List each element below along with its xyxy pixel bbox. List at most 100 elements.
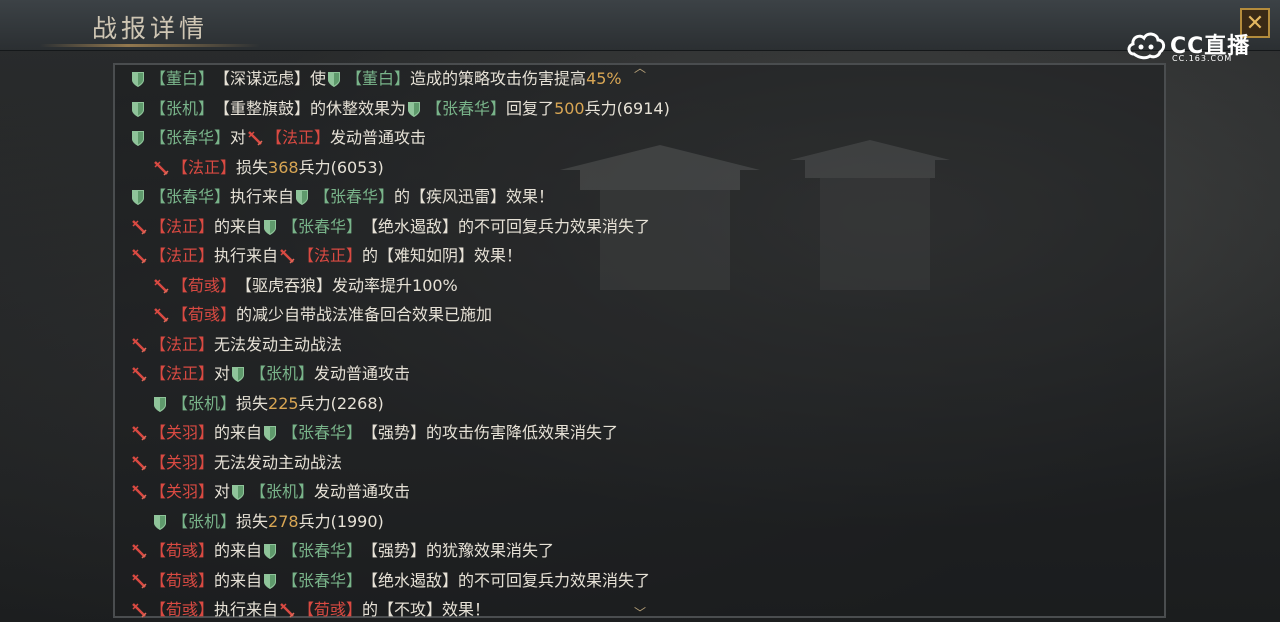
log-row: 【关羽】 的来自 【张春华】 【强势】的攻击伤害降低效果消失了 [130,420,618,446]
log-text: 无法发动主动战法 [214,335,343,354]
log-text: 【深谋远虑】使 [214,69,327,88]
general-name: 【荀彧】 [298,600,363,619]
log-row: 【张机】 损失 225 兵力(2268) [152,391,384,417]
ally-shield-icon [130,70,148,88]
log-row: 【张春华】对【法正】 发动普通攻击 [130,125,426,151]
general-name: 【关羽】 [150,482,215,501]
log-row: 【董白】 【深谋远虑】使 【董白】 造成的策略攻击伤害提高 45% [130,66,622,92]
ally-shield-icon [262,572,280,590]
enemy-sword-icon [152,159,170,177]
log-text: 【绝水遏敌】的不可回复兵力效果消失了 [362,217,651,236]
log-text: 无法发动主动战法 [214,453,343,472]
enemy-sword-icon [130,542,148,560]
log-text: 的减少自带战法准备回合效果已施加 [236,305,493,324]
general-name: 【张机】 [172,512,237,531]
value-text: 225 [268,394,299,413]
log-text: 对 [214,364,231,383]
log-text: 的【难知如阴】效果！ [362,246,523,265]
general-name: 【董白】 [150,69,215,88]
ally-shield-icon [152,513,170,531]
enemy-sword-icon [130,483,148,501]
ally-shield-icon [130,100,148,118]
log-text: 的【疾风迅雷】效果！ [394,187,555,206]
log-text: 兵力(6914) [584,99,670,118]
log-text: 【绝水遏敌】的不可回复兵力效果消失了 [362,571,651,590]
enemy-sword-icon [130,454,148,472]
enemy-sword-icon [278,601,296,619]
cc-live-logo: CC直播 CC.163.COM [1126,26,1256,66]
general-name: 【张春华】 [150,128,231,147]
log-text: 发动普通攻击 [330,128,427,147]
log-text: 造成的策略攻击伤害提高 [410,69,587,88]
log-row: 【法正】 无法发动主动战法 [130,332,342,358]
general-name: 【张机】 [250,364,315,383]
general-name: 【关羽】 [150,453,215,472]
general-name: 【法正】 [150,364,215,383]
log-row: 【关羽】对【张机】 发动普通攻击 [130,479,410,505]
general-name: 【张春华】 [150,187,231,206]
value-text: 368 [268,158,299,177]
log-row: 【荀彧】 【驱虎吞狼】发动率提升100% [152,273,458,299]
log-text: 【强势】的犹豫效果消失了 [362,541,555,560]
log-text: 损失 [236,394,269,413]
value-text: 500 [554,99,585,118]
ally-shield-icon [262,424,280,442]
enemy-sword-icon [278,247,296,265]
enemy-sword-icon [130,365,148,383]
log-row: 【张春华】 执行来自 【张春华】 的【疾风迅雷】效果！ [130,184,554,210]
general-name: 【张春华】 [282,571,363,590]
log-text: 的【不攻】效果！ [362,600,491,619]
enemy-sword-icon [130,572,148,590]
log-row: 【荀彧】 的减少自带战法准备回合效果已施加 [152,302,492,328]
log-text: 【驱虎吞狼】发动率提升100% [236,276,458,295]
log-text: 的来自 [214,217,263,236]
cloud-logo-icon [1127,32,1166,60]
log-text: 发动普通攻击 [314,364,411,383]
enemy-sword-icon [130,601,148,619]
general-name: 【张春华】 [426,99,507,118]
log-row: 【法正】 执行来自 【法正】 的【难知如阴】效果！ [130,243,522,269]
general-name: 【张机】 [250,482,315,501]
ally-shield-icon [230,365,248,383]
log-text: 回复了 [506,99,555,118]
ally-shield-icon [130,188,148,206]
general-name: 【法正】 [298,246,363,265]
log-text: 对 [230,128,247,147]
ally-shield-icon [130,129,148,147]
enemy-sword-icon [152,277,170,295]
enemy-sword-icon [246,129,264,147]
log-text: 的来自 [214,423,263,442]
ally-shield-icon [262,542,280,560]
log-text: 损失 [236,158,269,177]
enemy-sword-icon [130,424,148,442]
log-row: 【荀彧】 执行来自 【荀彧】 的【不攻】效果！ [130,597,490,622]
enemy-sword-icon [152,306,170,324]
enemy-sword-icon [130,247,148,265]
general-name: 【张机】 [172,394,237,413]
general-name: 【张春华】 [282,423,363,442]
log-text: 【强势】的攻击伤害降低效果消失了 [362,423,619,442]
log-text: 对 [214,482,231,501]
log-text: 【重整旗鼓】的休整效果为 [214,99,407,118]
log-text: 兵力(1990) [298,512,384,531]
ally-shield-icon [230,483,248,501]
page-title: 战报详情 [92,14,209,43]
log-text: 执行来自 [230,187,295,206]
log-text: 兵力(2268) [298,394,384,413]
general-name: 【法正】 [150,217,215,236]
log-row: 【法正】 的来自 【张春华】 【绝水遏敌】的不可回复兵力效果消失了 [130,214,650,240]
general-name: 【法正】 [150,335,215,354]
value-text: 45% [586,69,622,88]
general-name: 【法正】 [172,158,237,177]
battle-log[interactable]: 【董白】 【深谋远虑】使 【董白】 造成的策略攻击伤害提高 45% 【张机】 【重整旗鼓】的… [130,66,1150,622]
value-text: 278 [268,512,299,531]
general-name: 【荀彧】 [150,600,215,619]
log-text: 的来自 [214,541,263,560]
log-text: 发动普通攻击 [314,482,411,501]
log-text: 的来自 [214,571,263,590]
log-row: 【法正】对【张机】 发动普通攻击 [130,361,410,387]
log-text: 执行来自 [214,246,279,265]
general-name: 【荀彧】 [172,305,237,324]
general-name: 【荀彧】 [150,571,215,590]
ally-shield-icon [152,395,170,413]
